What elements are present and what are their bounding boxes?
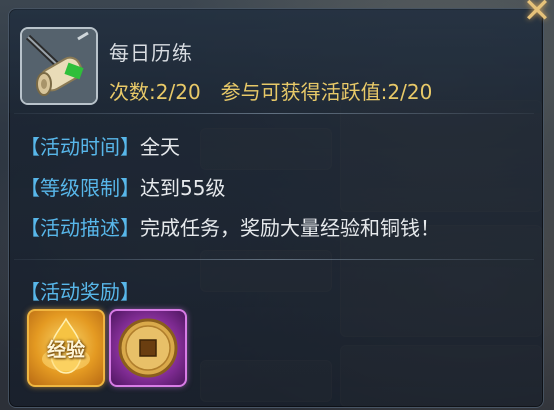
detail-key: 【活动描述】 — [20, 216, 140, 240]
detail-row-level: 【等级限制】达到55级 — [20, 172, 225, 201]
details-divider — [14, 259, 534, 260]
detail-key: 【等级限制】 — [20, 176, 140, 200]
detail-row-description: 【活动描述】完成任务，奖励大量经验和铜钱！ — [20, 212, 440, 241]
detail-value: 完成任务，奖励大量经验和铜钱！ — [140, 216, 440, 240]
activity-stats: 次数:2/20 参与可获得活跃值:2/20 — [109, 76, 432, 105]
detail-key: 【活动时间】 — [20, 135, 140, 159]
header-divider — [14, 113, 534, 114]
activity-title: 每日历练 — [109, 41, 193, 65]
reward-coin-slot[interactable] — [109, 309, 187, 387]
reward-exp-label: 经验 — [46, 339, 85, 361]
active-points-label: 参与可获得活跃值: — [220, 80, 388, 104]
detail-value: 达到55级 — [140, 176, 226, 200]
reward-exp-slot[interactable]: 经验 — [27, 309, 105, 387]
scroll-sword-icon — [20, 27, 98, 105]
count-value: 2/20 — [155, 80, 201, 104]
detail-value: 全天 — [140, 135, 180, 159]
active-points-value: 2/20 — [387, 80, 433, 104]
rewards-header-label: 【活动奖励】 — [20, 280, 140, 304]
rewards-header: 【活动奖励】 — [20, 276, 140, 305]
close-icon[interactable]: ✕ — [520, 0, 554, 28]
count-label: 次数: — [109, 80, 156, 104]
copper-coin-icon — [118, 318, 178, 378]
detail-row-time: 【活动时间】全天 — [20, 131, 180, 160]
